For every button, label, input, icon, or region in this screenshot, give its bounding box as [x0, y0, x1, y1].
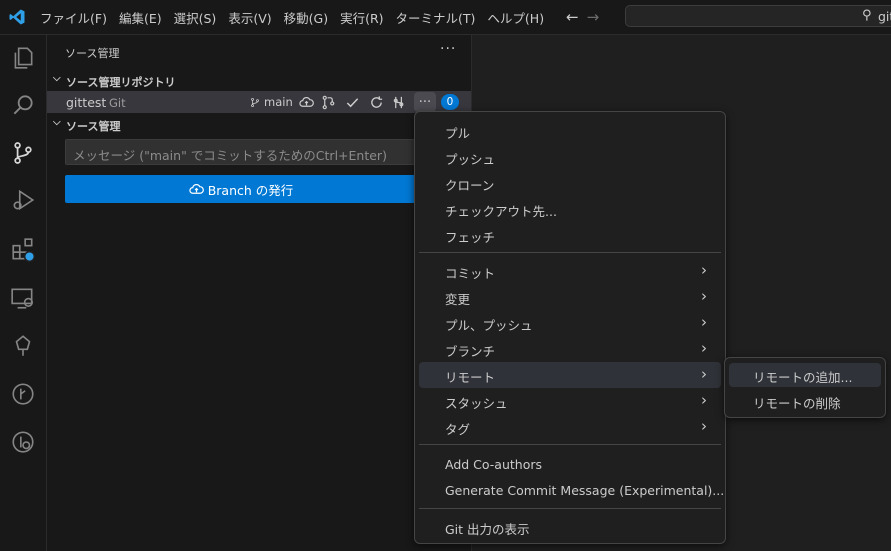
menu-item-fetch[interactable]: フェッチ: [419, 222, 721, 248]
menu-separator: [419, 444, 721, 445]
menu-terminal[interactable]: ターミナル(T): [390, 8, 482, 27]
branch-graph-icon[interactable]: [320, 94, 336, 110]
menu-item-branch[interactable]: ブランチ ›: [419, 336, 721, 362]
more-actions-icon[interactable]: ···: [440, 41, 456, 57]
menu-item-changes[interactable]: 変更 ›: [419, 284, 721, 310]
menu-item-push[interactable]: プッシュ: [419, 144, 721, 170]
vscode-logo-icon: [9, 9, 25, 25]
search-text: git: [878, 9, 891, 24]
menu-item-clone[interactable]: クローン: [419, 170, 721, 196]
remote-explorer-icon[interactable]: [8, 283, 38, 313]
menu-help[interactable]: ヘルプ(H): [481, 8, 550, 27]
menu-item-add-coauthors[interactable]: Add Co-authors: [419, 452, 721, 478]
menu-item-generate-commit-message[interactable]: Generate Commit Message (Experimental)..…: [419, 478, 724, 504]
git-graph-icon[interactable]: [8, 379, 38, 409]
source-control-icon[interactable]: [8, 138, 38, 168]
publish-branch-label: Branch の発行: [207, 182, 294, 198]
scm-section-header[interactable]: ⌵ ソース管理: [47, 115, 471, 135]
menu-run[interactable]: 実行(R): [334, 8, 389, 27]
forward-arrow-icon[interactable]: →: [587, 8, 600, 26]
repo-name: gittest: [66, 95, 107, 110]
menu-separator: [419, 508, 721, 509]
menu-item-pull[interactable]: プル: [419, 118, 721, 144]
commit-check-icon[interactable]: [344, 94, 360, 110]
chevron-right-icon: ›: [701, 365, 707, 383]
publish-cloud-icon[interactable]: [298, 94, 314, 110]
menu-go[interactable]: 移動(G): [278, 8, 334, 27]
gitlens-icon[interactable]: [8, 427, 38, 457]
back-arrow-icon[interactable]: ←: [566, 8, 579, 26]
run-debug-icon[interactable]: [8, 185, 38, 215]
activity-bar: [0, 35, 47, 551]
search-icon[interactable]: [8, 90, 38, 120]
changes-count-badge: 0: [441, 94, 459, 110]
chevron-right-icon: ›: [701, 391, 707, 409]
chevron-right-icon: ›: [701, 287, 707, 305]
menu-item-stash[interactable]: スタッシュ ›: [419, 388, 721, 414]
menu-file[interactable]: ファイル(F): [34, 8, 113, 27]
explorer-icon[interactable]: [8, 43, 38, 73]
source-control-sidebar: ソース管理 ··· ⌵ ソース管理リポジトリ gittest Git main …: [47, 35, 471, 551]
commit-message-input[interactable]: メッセージ ("main" でコミットするためのCtrl+Enter): [65, 139, 417, 165]
menu-separator: [419, 252, 721, 253]
chevron-down-icon: ⌵: [53, 117, 61, 128]
branch-icon: [250, 94, 260, 110]
context-menu: プル プッシュ クローン チェックアウト先... フェッチ コミット › 変更 › …: [414, 111, 726, 544]
branch-label[interactable]: main: [264, 95, 293, 109]
chevron-right-icon: ›: [701, 313, 707, 331]
repositories-header-label: ソース管理リポジトリ: [66, 76, 176, 89]
menu-bar: ファイル(F) 編集(E) 選択(S) 表示(V) 移動(G) 実行(R) ター…: [34, 0, 550, 34]
menu-item-tags[interactable]: タグ ›: [419, 414, 721, 440]
chevron-down-icon: ⌵: [53, 73, 61, 84]
menu-selection[interactable]: 選択(S): [168, 8, 223, 27]
menu-view[interactable]: 表示(V): [222, 8, 277, 27]
submenu-item-add-remote[interactable]: リモートの追加...: [729, 363, 881, 387]
extensions-icon[interactable]: [8, 235, 38, 265]
menu-item-checkout[interactable]: チェックアウト先...: [419, 196, 721, 222]
sidebar-title: ソース管理: [65, 47, 120, 60]
cloud-upload-icon: [189, 183, 204, 194]
menu-item-pull-push[interactable]: プル、プッシュ ›: [419, 310, 721, 336]
search-icon: ⚲: [862, 8, 872, 23]
scm-header-label: ソース管理: [66, 120, 121, 133]
repo-more-actions-icon[interactable]: ···: [414, 92, 436, 112]
menu-item-show-git-output[interactable]: Git 出力の表示: [419, 514, 721, 540]
chevron-right-icon: ›: [701, 417, 707, 435]
nav-arrows: ← →: [566, 8, 599, 26]
commit-message-placeholder: メッセージ ("main" でコミットするためのCtrl+Enter): [73, 148, 387, 163]
repositories-section-header[interactable]: ⌵ ソース管理リポジトリ: [47, 71, 471, 91]
title-bar: ファイル(F) 編集(E) 選択(S) 表示(V) 移動(G) 実行(R) ター…: [0, 0, 891, 35]
refresh-icon[interactable]: [368, 94, 384, 110]
publish-branch-button[interactable]: Branch の発行: [65, 175, 417, 203]
menu-item-remote[interactable]: リモート ›: [419, 362, 721, 388]
remote-submenu: リモートの追加... リモートの削除: [724, 357, 886, 418]
graph-icon[interactable]: [391, 94, 407, 110]
command-center-search[interactable]: ⚲ git: [625, 5, 891, 27]
menu-edit[interactable]: 編集(E): [113, 8, 168, 27]
chevron-right-icon: ›: [701, 261, 707, 279]
repository-row[interactable]: gittest Git main ··· 0: [47, 91, 471, 113]
submenu-item-remove-remote[interactable]: リモートの削除: [729, 389, 881, 413]
repo-provider: Git: [109, 96, 126, 110]
menu-item-commit[interactable]: コミット ›: [419, 258, 721, 284]
chevron-right-icon: ›: [701, 339, 707, 357]
testing-icon[interactable]: [8, 331, 38, 361]
